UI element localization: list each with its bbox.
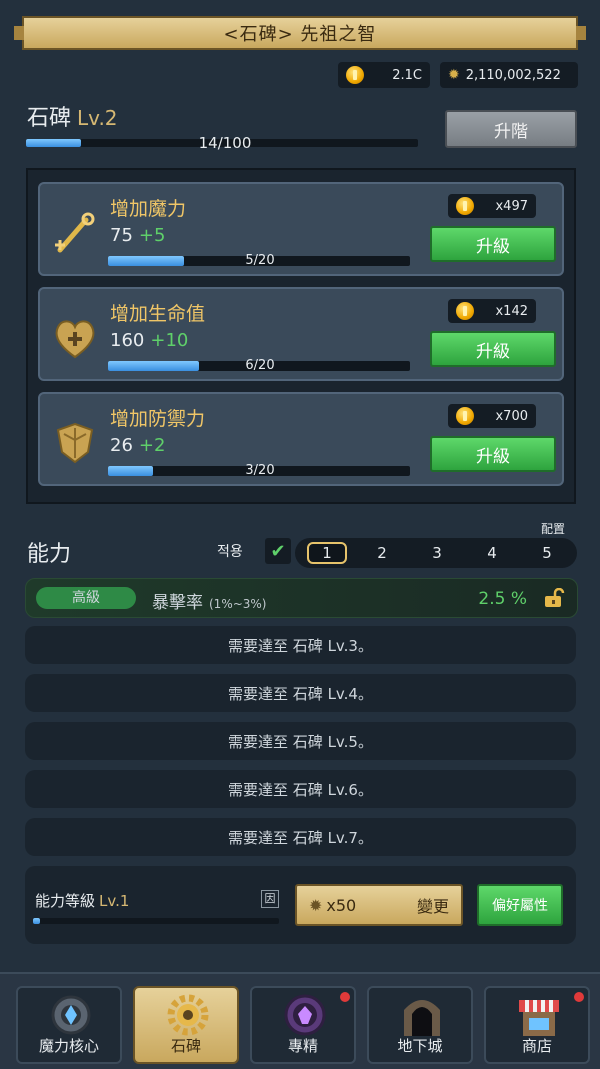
gold-coin-icon	[456, 302, 474, 320]
gear-icon: ✹	[448, 67, 460, 83]
stat-progress-text: 5/20	[245, 253, 275, 268]
cost-amount: x142	[495, 303, 528, 319]
ability-row-locked: 需要達至 石碑 Lv.3。	[25, 626, 576, 664]
apply-label: 적용	[217, 544, 243, 560]
stat-card: 增加魔力 75 +5 5/20 x497 升級	[38, 182, 564, 276]
stat-value: 26 +2	[110, 435, 165, 456]
bottom-nav: 魔力核心 石碑 專精 地下城 商店	[0, 972, 600, 1069]
preset-tab-3[interactable]: 3	[417, 542, 457, 564]
stat-progress-text: 3/20	[245, 463, 275, 478]
stat-progress-fill	[108, 256, 184, 266]
ability-row-locked: 需要達至 石碑 Lv.4。	[25, 674, 576, 712]
ability-level-label: 能力等級 Lv.1	[35, 890, 129, 911]
ability-value: 2.5 %	[478, 589, 527, 609]
upgrade-button[interactable]: 升級	[430, 226, 556, 262]
ability-row-locked: 需要達至 石碑 Lv.6。	[25, 770, 576, 808]
gold-coin-icon	[456, 407, 474, 425]
gear-currency: ✹ 2,110,002,522	[440, 62, 578, 88]
tablet-progress-text: 14/100	[198, 134, 252, 152]
stat-value-number: 26	[110, 435, 133, 456]
preset-tab-2[interactable]: 2	[362, 542, 402, 564]
nav-label: 專精	[287, 1037, 318, 1055]
tablet-name: 石碑 Lv.2	[27, 100, 118, 132]
stat-increment: +5	[138, 225, 166, 246]
change-button[interactable]: ✹ x50 變更	[295, 884, 463, 926]
nav-item-0[interactable]: 魔力核心	[16, 986, 122, 1064]
stat-progress-text: 6/20	[245, 358, 275, 373]
stat-card-partial	[38, 502, 564, 504]
cost-box: x700	[448, 404, 536, 428]
apply-checkbox[interactable]: ✔	[265, 538, 291, 564]
preference-button[interactable]: 偏好屬性	[477, 884, 563, 926]
cost-box: x142	[448, 299, 536, 323]
stat-value-number: 75	[110, 225, 133, 246]
stat-card: 增加生命值 160 +10 6/20 x142 升級	[38, 287, 564, 381]
gear-icon: ✹	[309, 895, 323, 915]
upgrade-button[interactable]: 升級	[430, 436, 556, 472]
upgrade-button[interactable]: 升級	[430, 331, 556, 367]
gold-currency: 2.1C	[338, 62, 430, 88]
stat-value: 160 +10	[110, 330, 188, 351]
tablet-name-text: 石碑	[27, 106, 72, 131]
nav-label: 石碑	[170, 1037, 201, 1055]
tablet-level: Lv.2	[77, 106, 118, 130]
nav-item-4[interactable]: 商店	[484, 986, 590, 1064]
config-label: 配置	[541, 522, 566, 536]
check-icon: ✔	[270, 540, 286, 562]
nav-label: 商店	[521, 1037, 552, 1055]
stat-increment: +2	[138, 435, 166, 456]
ability-row-locked: 需要達至 石碑 Lv.7。	[25, 818, 576, 856]
stat-name: 增加魔力	[110, 198, 187, 220]
info-icon[interactable]: 因	[261, 890, 279, 908]
nav-item-2[interactable]: 專精	[250, 986, 356, 1064]
ability-range: (1%~3%)	[209, 597, 267, 611]
stat-value: 75 +5	[110, 225, 165, 246]
stat-card: 增加防禦力 26 +2 3/20 x700 升級	[38, 392, 564, 486]
ability-row-locked: 需要達至 石碑 Lv.5。	[25, 722, 576, 760]
stat-upgrade-panel[interactable]: 增加魔力 75 +5 5/20 x497 升級 增加生命值 160 +10 6/20 x142 升級增…	[26, 168, 576, 504]
ability-title: 能力	[27, 542, 72, 567]
ability-name-text: 暴擊率	[152, 593, 203, 613]
page-title: <石碑> 先祖之智	[14, 16, 586, 50]
ability-row-unlocked[interactable]: 高級 暴擊率 (1%~3%) 2.5 %	[25, 578, 578, 618]
advance-button[interactable]: 升階	[445, 110, 577, 148]
nav-label: 魔力核心	[38, 1037, 99, 1055]
ability-level: Lv.1	[99, 892, 130, 910]
cost-amount: x497	[495, 198, 528, 214]
gold-coin-icon	[456, 197, 474, 215]
cost-amount: x700	[495, 408, 528, 424]
unlock-icon[interactable]	[543, 588, 565, 608]
nav-item-3[interactable]: 地下城	[367, 986, 473, 1064]
change-cost: x50	[326, 895, 357, 915]
preset-tab-4[interactable]: 4	[472, 542, 512, 564]
stat-name: 增加防禦力	[110, 408, 206, 430]
stat-progress-fill	[108, 466, 154, 476]
notification-badge	[340, 992, 350, 1002]
cost-box: x497	[448, 194, 536, 218]
preset-tab-1[interactable]: 1	[307, 542, 347, 564]
nav-item-1[interactable]: 石碑	[133, 986, 239, 1064]
preset-tabs: 12345	[295, 538, 577, 568]
stat-progress-fill	[108, 361, 199, 371]
stat-increment: +10	[150, 330, 189, 351]
notification-badge	[574, 992, 584, 1002]
gear-amount: 2,110,002,522	[465, 67, 561, 83]
preset-tab-5[interactable]: 5	[527, 542, 567, 564]
change-label: 變更	[416, 897, 449, 916]
stat-name: 增加生命值	[110, 303, 206, 325]
ability-name: 暴擊率 (1%~3%)	[152, 588, 267, 613]
gold-amount: 2.1C	[392, 67, 422, 83]
nav-label: 地下城	[397, 1037, 443, 1055]
ability-level-label-text: 能力等級	[35, 892, 96, 910]
grade-badge: 高級	[36, 587, 136, 609]
ability-level-fill	[33, 918, 41, 924]
ability-level-panel: 能力等級 Lv.1 因 ✹ x50 變更 偏好屬性	[25, 866, 576, 944]
tablet-progress-fill	[26, 139, 81, 147]
ability-level-bar	[33, 918, 279, 924]
stat-value-number: 160	[110, 330, 145, 351]
gold-coin-icon	[346, 66, 364, 84]
